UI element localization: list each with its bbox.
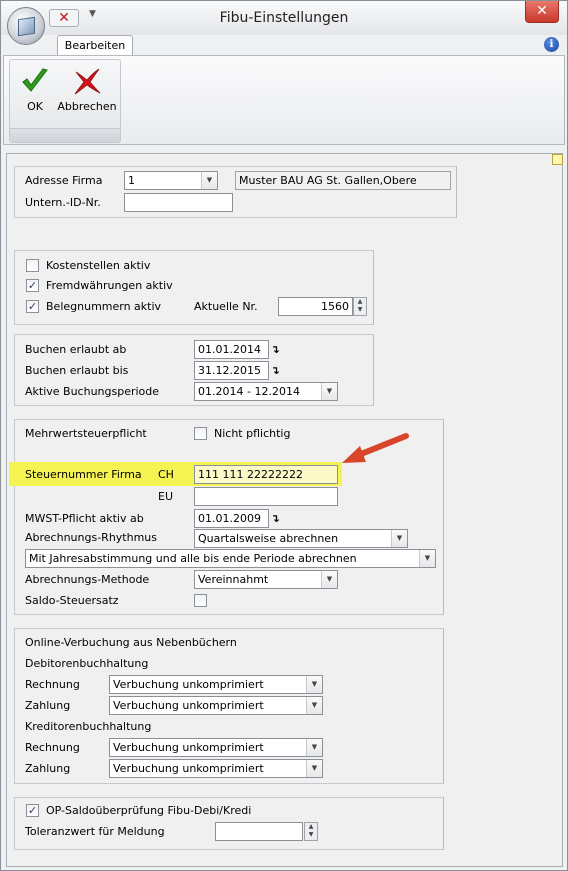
ok-button[interactable]: OK — [18, 66, 52, 113]
eu-label: EU — [158, 490, 174, 503]
kreditoren-label: Kreditorenbuchhaltung — [25, 720, 152, 733]
calendar-arrow-icon[interactable]: ↴ — [270, 509, 280, 528]
nicht-pflichtig-checkbox[interactable] — [194, 427, 207, 440]
ribbon-group-footer — [10, 128, 120, 142]
op-pruefung-label: OP-Saldoüberprüfung Fibu-Debi/Kredi — [46, 804, 252, 817]
rhythmus-value: Quartalsweise abrechnen — [198, 532, 339, 545]
aktuelle-nr-spinner[interactable]: ▲ ▼ — [353, 297, 367, 316]
rhythmus-label: Abrechnungs-Rhythmus — [25, 531, 157, 544]
deb-rechnung-value: Verbuchung unkomprimiert — [113, 678, 264, 691]
mwst-pflicht-ab-label: MWST-Pflicht aktiv ab — [25, 512, 144, 525]
fremdwaehrungen-label: Fremdwährungen aktiv — [46, 279, 173, 292]
debitoren-label: Debitorenbuchhaltung — [25, 657, 149, 670]
ribbon-group-actions: OK Abbrechen — [9, 59, 121, 143]
pin-note-icon[interactable] — [552, 154, 563, 165]
deb-rechnung-label: Rechnung — [25, 678, 80, 691]
rhythmus-select[interactable]: Quartalsweise abrechnen ▼ — [194, 529, 408, 548]
online-title: Online-Verbuchung aus Nebenbüchern — [25, 636, 237, 649]
close-icon: ✕ — [536, 3, 548, 19]
fremdwaehrungen-checkbox[interactable]: ✓ — [26, 279, 39, 292]
methode-label: Abrechnungs-Methode — [25, 573, 150, 586]
cancel-x-icon — [74, 68, 101, 95]
buchen-ab-label: Buchen erlaubt ab — [25, 343, 127, 356]
deb-rechnung-select[interactable]: Verbuchung unkomprimiert ▼ — [109, 675, 323, 694]
adresse-firma-select[interactable]: 1 ▼ — [124, 171, 218, 190]
ok-label: OK — [27, 100, 43, 113]
jahresabstimmung-select[interactable]: Mit Jahresabstimmung und alle bis ende P… — [25, 549, 436, 568]
kred-zahlung-select[interactable]: Verbuchung unkomprimiert ▼ — [109, 759, 323, 778]
kred-rechnung-value: Verbuchung unkomprimiert — [113, 741, 264, 754]
kred-zahlung-label: Zahlung — [25, 762, 71, 775]
chevron-down-icon[interactable]: ▼ — [321, 571, 337, 588]
deb-zahlung-select[interactable]: Verbuchung unkomprimiert ▼ — [109, 696, 323, 715]
kred-rechnung-select[interactable]: Verbuchung unkomprimiert ▼ — [109, 738, 323, 757]
aktuelle-nr-label: Aktuelle Nr. — [194, 300, 258, 313]
mwst-pflicht-label: Mehrwertsteuerpflicht — [25, 427, 147, 440]
buchungsperiode-label: Aktive Buchungsperiode — [25, 385, 160, 398]
buchungsperiode-select[interactable]: 01.2014 - 12.2014 ▼ — [194, 382, 338, 401]
kred-rechnung-label: Rechnung — [25, 741, 80, 754]
steuernummer-ch-input[interactable]: 111 111 22222222 — [194, 465, 338, 484]
buchen-bis-input[interactable]: 31.12.2015 — [194, 361, 269, 380]
buchen-ab-input[interactable]: 01.01.2014 — [194, 340, 269, 359]
settings-form: Adresse Firma 1 ▼ Muster BAU AG St. Gall… — [6, 153, 563, 867]
chevron-down-icon[interactable]: ▼ — [321, 383, 337, 400]
chevron-down-icon[interactable]: ▼ — [391, 530, 407, 547]
mwst-pflicht-ab-input[interactable]: 01.01.2009 — [194, 509, 269, 528]
chevron-down-icon[interactable]: ▼ — [306, 739, 322, 756]
red-arrow-icon — [342, 433, 409, 463]
app-menu-button[interactable] — [7, 7, 45, 45]
belegnummern-checkbox[interactable]: ✓ — [26, 300, 39, 313]
methode-select[interactable]: Vereinnahmt ▼ — [194, 570, 338, 589]
saldo-steuersatz-checkbox[interactable] — [194, 594, 207, 607]
ch-label: CH — [158, 468, 174, 481]
kostenstellen-checkbox[interactable] — [26, 259, 39, 272]
title-bar: ✕ ▼ Fibu-Einstellungen ✕ — [1, 1, 567, 45]
buchungsperiode-value: 01.2014 - 12.2014 — [198, 385, 300, 398]
deb-zahlung-label: Zahlung — [25, 699, 71, 712]
op-pruefung-checkbox[interactable]: ✓ — [26, 804, 39, 817]
toleranz-spinner[interactable]: ▲ ▼ — [304, 822, 318, 841]
methode-value: Vereinnahmt — [198, 573, 269, 586]
steuernummer-eu-input[interactable] — [194, 487, 338, 506]
toleranz-label: Toleranzwert für Meldung — [25, 825, 165, 838]
calendar-arrow-icon[interactable]: ↴ — [270, 340, 280, 359]
settings-window: ✕ ▼ Fibu-Einstellungen ✕ Bearbeiten i OK… — [0, 0, 568, 871]
chevron-down-icon[interactable]: ▼ — [306, 760, 322, 777]
adresse-firma-label: Adresse Firma — [25, 174, 103, 187]
help-info-icon[interactable]: i — [544, 37, 559, 52]
adresse-firma-value: 1 — [128, 174, 135, 187]
steuernummer-label: Steuernummer Firma — [25, 468, 142, 481]
kred-zahlung-value: Verbuchung unkomprimiert — [113, 762, 264, 775]
chevron-down-icon[interactable]: ▼ — [201, 172, 217, 189]
checkmark-icon — [22, 68, 48, 92]
buchen-bis-label: Buchen erlaubt bis — [25, 364, 129, 377]
chevron-down-icon[interactable]: ▼ — [419, 550, 435, 567]
belegnummern-label: Belegnummern aktiv — [46, 300, 162, 313]
deb-zahlung-value: Verbuchung unkomprimiert — [113, 699, 264, 712]
chevron-down-icon[interactable]: ▼ — [306, 697, 322, 714]
adresse-firma-text: Muster BAU AG St. Gallen,Obere — [235, 171, 451, 190]
untern-id-label: Untern.-ID-Nr. — [25, 196, 101, 209]
untern-id-input[interactable] — [124, 193, 233, 212]
window-title: Fibu-Einstellungen — [219, 10, 349, 26]
window-close-button[interactable]: ✕ — [525, 1, 559, 23]
cube-icon — [18, 16, 35, 37]
kostenstellen-label: Kostenstellen aktiv — [46, 259, 151, 272]
ribbon-panel: OK Abbrechen — [3, 55, 565, 145]
jahresabstimmung-value: Mit Jahresabstimmung und alle bis ende P… — [29, 552, 357, 565]
aktuelle-nr-input[interactable]: 1560 — [278, 297, 353, 316]
toleranz-input[interactable] — [215, 822, 303, 841]
chevron-down-icon[interactable]: ▼ — [306, 676, 322, 693]
nicht-pflichtig-label: Nicht pflichtig — [214, 427, 291, 440]
tab-bearbeiten[interactable]: Bearbeiten — [57, 35, 133, 56]
calendar-arrow-icon[interactable]: ↴ — [270, 361, 280, 380]
cancel-button[interactable]: Abbrechen — [56, 66, 118, 113]
cancel-label: Abbrechen — [57, 100, 117, 113]
saldo-steuersatz-label: Saldo-Steuersatz — [25, 594, 119, 607]
